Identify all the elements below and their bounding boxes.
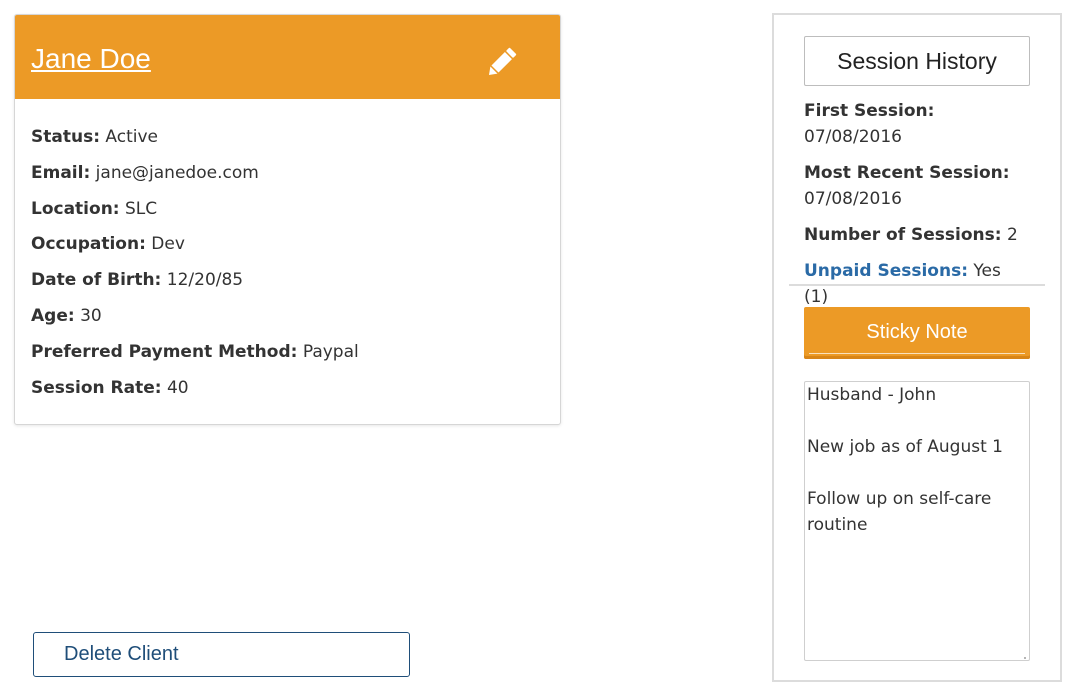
pencil-icon[interactable] [483, 45, 519, 81]
note-line: routine [807, 515, 868, 535]
info-value: 30 [80, 305, 102, 326]
info-row-session-rate: Session Rate: 40 [31, 376, 544, 412]
note-line [807, 408, 1027, 434]
info-row-occupation: Occupation: Dev [31, 232, 544, 268]
info-label: Location: [31, 198, 120, 219]
delete-client-button[interactable]: Delete Client [33, 632, 410, 677]
note-line: Follow up on self-care [807, 489, 992, 509]
recent-session-label: Most Recent Session: [804, 163, 1010, 183]
sticky-note-button[interactable]: Sticky Note [804, 307, 1030, 359]
info-label: Session Rate: [31, 377, 162, 398]
info-label: Age: [31, 305, 75, 326]
sticky-note-underline [809, 353, 1025, 354]
note-line [807, 460, 1027, 486]
sticky-note-textarea[interactable]: Husband - John New job as of August 1 Fo… [804, 381, 1030, 661]
info-value: SLC [125, 198, 158, 219]
client-name-link[interactable]: Jane Doe [31, 45, 151, 73]
session-side-panel: Session History First Session: 07/08/201… [772, 13, 1062, 682]
num-sessions-stat: Number of Sessions: 2 [804, 222, 1024, 248]
client-header: Jane Doe [15, 15, 560, 99]
info-row-age: Age: 30 [31, 304, 544, 340]
info-label: Status: [31, 127, 100, 147]
num-sessions-label: Number of Sessions: [804, 225, 1002, 245]
first-session-stat: First Session: 07/08/2016 [804, 98, 1024, 150]
info-row-payment-method: Preferred Payment Method: Paypal [31, 340, 544, 376]
info-value: 12/20/85 [166, 270, 244, 291]
note-line: Husband - John [807, 385, 937, 405]
info-row-email: Email: jane@janedoe.com [31, 161, 544, 197]
info-value: Active [105, 127, 158, 147]
sticky-note-label: Sticky Note [866, 321, 968, 343]
first-session-label: First Session: [804, 101, 935, 121]
info-row-location: Location: SLC [31, 197, 544, 233]
client-card: Jane Doe Status: Active Email: jane@jane… [14, 14, 561, 425]
info-row-status: Status: Active [31, 125, 544, 161]
first-session-value: 07/08/2016 [804, 127, 902, 147]
info-value: 40 [166, 377, 189, 398]
info-value: Paypal [302, 341, 359, 362]
info-label: Date of Birth: [31, 270, 162, 291]
note-line: New job as of August 1 [807, 437, 1003, 457]
num-sessions-value: 2 [1006, 225, 1018, 245]
info-label: Occupation: [31, 234, 146, 255]
recent-session-stat: Most Recent Session: 07/08/2016 [804, 160, 1024, 212]
resize-grip-icon[interactable] [1017, 648, 1027, 659]
recent-session-value: 07/08/2016 [804, 189, 902, 209]
info-value: Dev [151, 234, 185, 255]
divider [789, 284, 1045, 286]
info-label: Preferred Payment Method: [31, 341, 298, 362]
info-value: jane@janedoe.com [95, 162, 259, 183]
session-history-button[interactable]: Session History [804, 36, 1030, 86]
session-stats: First Session: 07/08/2016 Most Recent Se… [804, 98, 1024, 320]
info-row-date-of-birth: Date of Birth: 12/20/85 [31, 268, 544, 304]
client-info-list: Status: Active Email: jane@janedoe.com L… [31, 125, 544, 411]
info-label: Email: [31, 162, 91, 183]
unpaid-sessions-link[interactable]: Unpaid Sessions: [804, 261, 968, 281]
